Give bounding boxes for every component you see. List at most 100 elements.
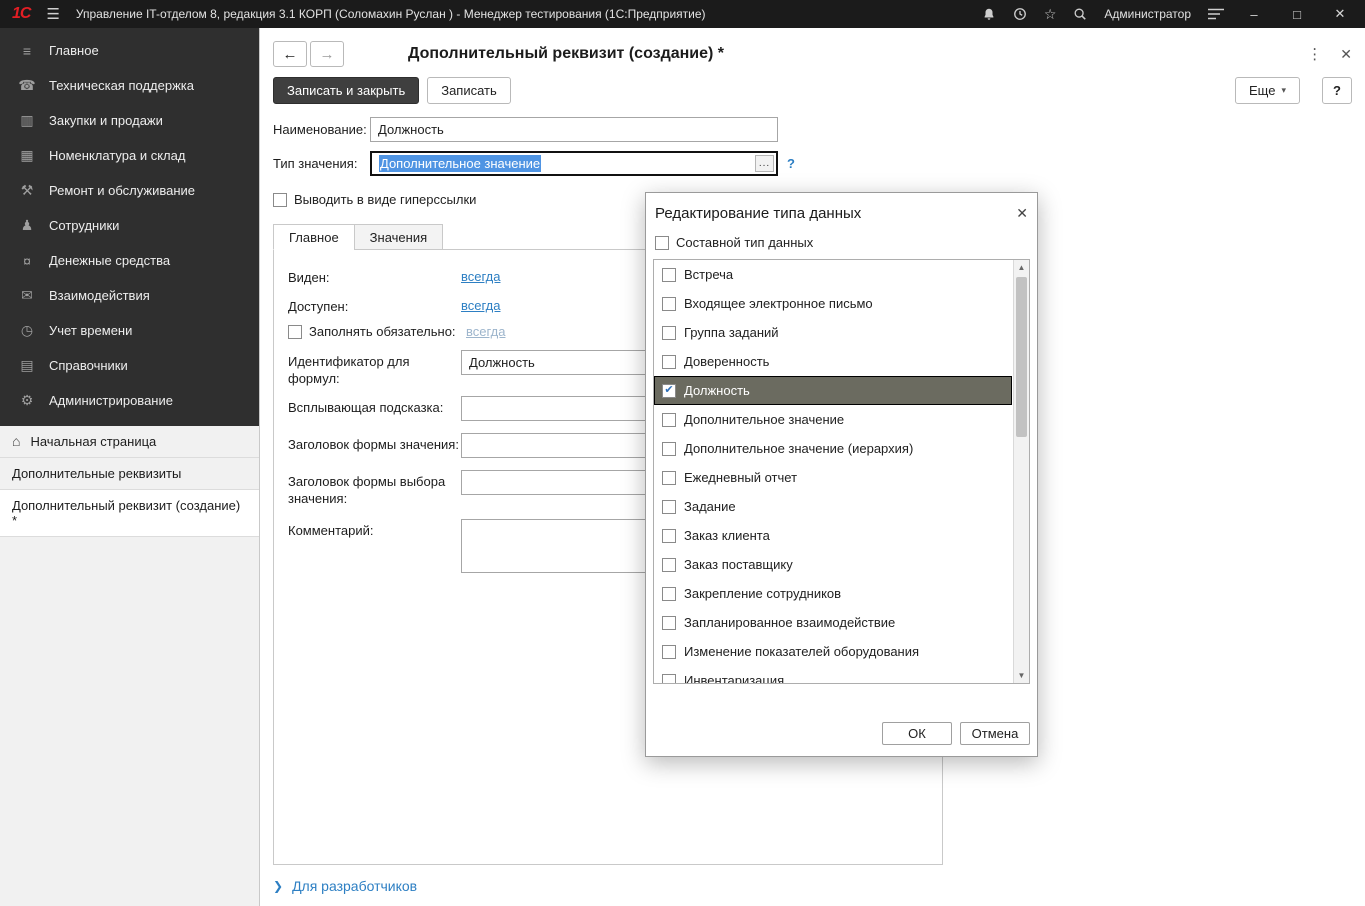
sidebar-item-purchases[interactable]: ▥Закупки и продажи (0, 103, 259, 138)
sidebar-item-repair[interactable]: ⚒Ремонт и обслуживание (0, 173, 259, 208)
type-help-link[interactable]: ? (787, 156, 795, 171)
type-list-item[interactable]: Запланированное взаимодействие (654, 608, 1012, 637)
nav-item-label: Дополнительный реквизит (создание) * (12, 498, 247, 528)
chevron-down-icon: ▾ (1281, 85, 1286, 96)
checkbox-icon[interactable] (662, 326, 676, 340)
maximize-button[interactable]: □ (1284, 7, 1310, 22)
type-list-item[interactable]: Входящее электронное письмо (654, 289, 1012, 318)
sidebar-item-main[interactable]: ≡Главное (0, 33, 259, 68)
close-form-icon[interactable]: ✕ (1340, 46, 1352, 63)
checkbox-icon[interactable] (662, 529, 676, 543)
sidebar-item-employees[interactable]: ♟Сотрудники (0, 208, 259, 243)
type-list-item-label: Заказ клиента (684, 528, 770, 543)
help-button[interactable]: ? (1322, 77, 1352, 104)
visible-value-link[interactable]: всегда (461, 266, 500, 284)
name-input[interactable]: Должность (370, 117, 778, 142)
save-and-close-button[interactable]: Записать и закрыть (273, 77, 419, 104)
choose-type-button[interactable]: ... (755, 155, 774, 172)
checkbox-icon[interactable] (662, 297, 676, 311)
type-list-item-label: Инвентаризация (684, 673, 784, 684)
dialog-close-icon[interactable]: ✕ (1016, 205, 1028, 222)
sidebar-item-warehouse[interactable]: ▦Номенклатура и склад (0, 138, 259, 173)
checkbox-icon[interactable] (662, 645, 676, 659)
value-type-input[interactable]: Дополнительное значение ... (370, 151, 778, 176)
type-list-item[interactable]: Изменение показателей оборудования (654, 637, 1012, 666)
sidebar-item-support[interactable]: ☎ Техническая поддержка (0, 68, 259, 103)
sidebar-item-label: Техническая поддержка (49, 78, 194, 93)
composite-type-checkbox[interactable] (655, 236, 669, 250)
save-button[interactable]: Записать (427, 77, 511, 104)
page-title: Дополнительный реквизит (создание) * (408, 45, 724, 63)
sidebar-item-interactions[interactable]: ✉Взаимодействия (0, 278, 259, 313)
scrollbar[interactable]: ▲ ▼ (1013, 260, 1029, 683)
name-label: Наименование: (273, 122, 370, 137)
checkbox-icon[interactable] (662, 355, 676, 369)
type-list-item[interactable]: Заказ клиента (654, 521, 1012, 550)
tab-values[interactable]: Значения (354, 224, 443, 250)
sidebar-item-label: Ремонт и обслуживание (49, 183, 195, 198)
required-value-link[interactable]: всегда (466, 324, 505, 339)
checkbox-icon[interactable] (662, 558, 676, 572)
service-menu-icon[interactable] (1208, 8, 1224, 20)
minimize-button[interactable]: – (1241, 7, 1267, 22)
type-list-item[interactable]: Группа заданий (654, 318, 1012, 347)
nav-item-home[interactable]: ⌂Начальная страница (0, 426, 259, 458)
type-list-item-label: Доверенность (684, 354, 769, 369)
current-user[interactable]: Администратор (1104, 7, 1191, 21)
type-list-item[interactable]: Встреча (654, 260, 1012, 289)
type-list-item[interactable]: Задание (654, 492, 1012, 521)
type-list-item[interactable]: Инвентаризация (654, 666, 1012, 684)
forward-button[interactable]: → (310, 41, 344, 67)
support-icon: ☎ (18, 77, 36, 94)
sidebar-item-label: Администрирование (49, 393, 173, 408)
type-list-item[interactable]: Ежедневный отчет (654, 463, 1012, 492)
ok-button[interactable]: ОК (882, 722, 952, 745)
checkbox-icon[interactable] (662, 413, 676, 427)
history-icon[interactable] (1013, 7, 1027, 21)
type-list-item[interactable]: Доверенность (654, 347, 1012, 376)
scrollbar-thumb[interactable] (1016, 277, 1027, 437)
developers-link[interactable]: ❯ Для разработчиков (273, 878, 1352, 894)
available-value-link[interactable]: всегда (461, 295, 500, 313)
scroll-up-icon[interactable]: ▲ (1014, 260, 1029, 275)
sidebar-item-administration[interactable]: ⚙Администрирование (0, 383, 259, 418)
checkbox-icon[interactable] (662, 442, 676, 456)
cancel-button[interactable]: Отмена (960, 722, 1030, 745)
required-checkbox[interactable] (288, 325, 302, 339)
more-button[interactable]: Еще▾ (1235, 77, 1300, 104)
sidebar-item-label: Сотрудники (49, 218, 119, 233)
search-icon[interactable] (1073, 7, 1087, 21)
more-menu-icon[interactable]: ⋮ (1307, 45, 1322, 63)
type-list-item[interactable]: Дополнительное значение (654, 405, 1012, 434)
sidebar-item-catalogs[interactable]: ▤Справочники (0, 348, 259, 383)
type-list-item[interactable]: Дополнительное значение (иерархия) (654, 434, 1012, 463)
checkbox-icon[interactable] (662, 471, 676, 485)
checkbox-icon[interactable] (662, 500, 676, 514)
window-title: Управление IT-отделом 8, редакция 3.1 КО… (76, 7, 706, 21)
checkbox-icon[interactable] (662, 616, 676, 630)
checkbox-icon[interactable] (662, 587, 676, 601)
checkbox-checked-icon[interactable]: ✔ (662, 384, 676, 398)
hamburger-menu-icon[interactable]: ☰ (46, 5, 59, 23)
type-list-item-label: Заказ поставщику (684, 557, 793, 572)
interactions-icon: ✉ (18, 287, 36, 304)
tab-main[interactable]: Главное (273, 224, 355, 250)
sidebar-item-money[interactable]: ¤Денежные средства (0, 243, 259, 278)
sidebar-item-timetracking[interactable]: ◷Учет времени (0, 313, 259, 348)
back-button[interactable]: ← (273, 41, 307, 67)
notifications-icon[interactable] (982, 7, 996, 21)
checkbox-icon[interactable] (662, 674, 676, 685)
nav-item-addl-attr-new[interactable]: Дополнительный реквизит (создание) * (0, 490, 259, 537)
type-list-item[interactable]: ✔Должность (654, 376, 1012, 405)
checkbox-icon[interactable] (662, 268, 676, 282)
scroll-down-icon[interactable]: ▼ (1014, 668, 1029, 683)
close-window-button[interactable]: ✕ (1327, 6, 1353, 22)
type-list-item[interactable]: Заказ поставщику (654, 550, 1012, 579)
sidebar: ≡Главное ☎ Техническая поддержка ▥Закупки и… (0, 28, 260, 906)
hyperlink-checkbox[interactable] (273, 193, 287, 207)
type-list-item[interactable]: Закрепление сотрудников (654, 579, 1012, 608)
type-list-item-label: Ежедневный отчет (684, 470, 797, 485)
nav-item-addl-attrs[interactable]: Дополнительные реквизиты (0, 458, 259, 490)
titlebar: 1С ☰ Управление IT-отделом 8, редакция 3… (0, 0, 1365, 28)
favorites-icon[interactable]: ☆ (1044, 6, 1057, 23)
